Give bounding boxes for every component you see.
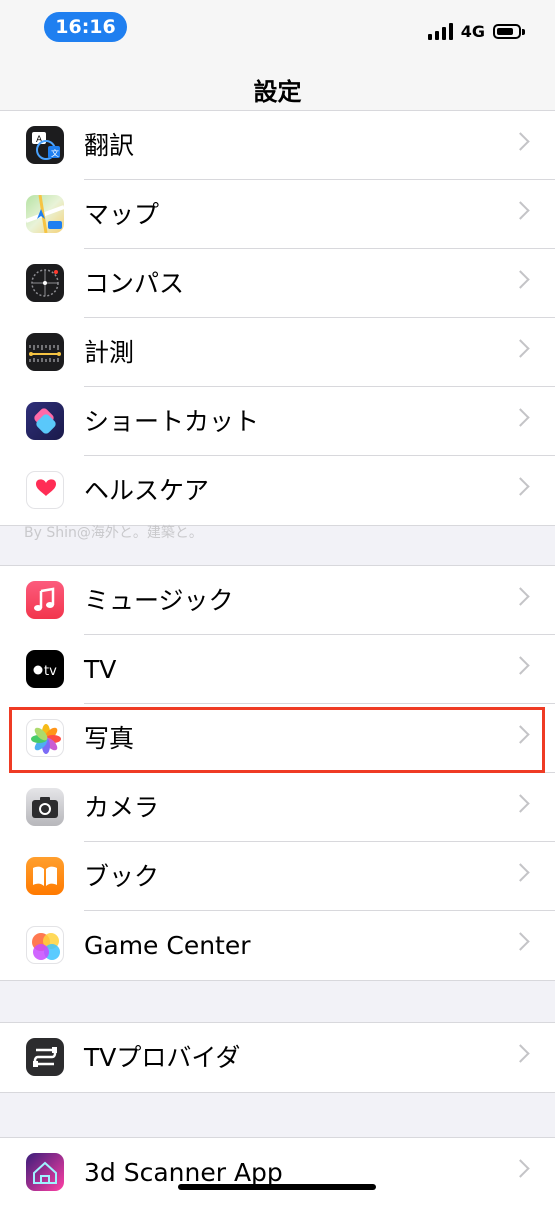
- settings-row-label: TVプロバイダ: [84, 1043, 241, 1072]
- cellular-signal-icon: [427, 22, 453, 40]
- settings-group-utilities: A 文 翻訳 マップ コンパス 計測 ショートカット ヘルスケア: [0, 110, 555, 526]
- navigation-bar: 16:16 4G 設定: [0, 0, 555, 119]
- settings-row-game-center[interactable]: Game Center: [0, 911, 555, 980]
- maps-icon: [26, 195, 64, 233]
- home-indicator[interactable]: [178, 1184, 376, 1190]
- settings-row-label: コンパス: [84, 269, 185, 298]
- settings-row-label: TV: [84, 655, 117, 684]
- translate-icon: A 文: [26, 126, 64, 164]
- chevron-right-icon: [511, 863, 530, 882]
- status-indicators: 4G: [427, 20, 525, 42]
- watermark-text: By Shin@海外と。建築と。: [24, 525, 203, 541]
- settings-row-label: ショートカット: [84, 407, 260, 436]
- settings-row-label: Game Center: [84, 931, 251, 960]
- chevron-right-icon: [511, 201, 530, 220]
- settings-row-label: ヘルスケア: [84, 476, 210, 505]
- health-icon: [26, 471, 64, 509]
- chevron-right-icon: [511, 932, 530, 951]
- chevron-right-icon: [511, 794, 530, 813]
- chevron-right-icon: [511, 132, 530, 151]
- settings-group-tv-provider: TVプロバイダ: [0, 1022, 555, 1093]
- settings-group-media: ミュージック tv TV 写真 カメラ ブック Game Center: [0, 565, 555, 981]
- tv-icon: tv: [26, 650, 64, 688]
- scanner-app-icon: [26, 1153, 64, 1191]
- chevron-right-icon: [511, 270, 530, 289]
- settings-row-health[interactable]: ヘルスケア: [0, 456, 555, 525]
- chevron-right-icon: [511, 1159, 530, 1178]
- settings-row-label: マップ: [84, 200, 160, 229]
- battery-icon: [493, 23, 525, 39]
- page-title: 設定: [253, 78, 302, 106]
- chevron-right-icon: [511, 587, 530, 606]
- game-center-icon: [26, 926, 64, 964]
- settings-row-label: カメラ: [84, 793, 160, 822]
- settings-row-label: 計測: [84, 338, 135, 367]
- settings-row-tv[interactable]: tv TV: [0, 635, 555, 704]
- settings-row-label: ミュージック: [84, 586, 234, 615]
- settings-row-compass[interactable]: コンパス: [0, 249, 555, 318]
- settings-row-shortcuts[interactable]: ショートカット: [0, 387, 555, 456]
- network-type: 4G: [460, 21, 485, 41]
- chevron-right-icon: [511, 656, 530, 675]
- settings-row-music[interactable]: ミュージック: [0, 566, 555, 635]
- measure-icon: [26, 333, 64, 371]
- chevron-right-icon: [511, 339, 530, 358]
- svg-text:tv: tv: [44, 664, 57, 679]
- settings-row-tv-provider[interactable]: TVプロバイダ: [0, 1023, 555, 1092]
- shortcuts-icon: [26, 402, 64, 440]
- tv-provider-icon: [26, 1038, 64, 1076]
- svg-text:文: 文: [51, 148, 59, 158]
- settings-row-label: ブック: [84, 862, 160, 891]
- settings-row-label: 3d Scanner App: [84, 1158, 283, 1187]
- highlight-box: [9, 707, 545, 773]
- settings-row-maps[interactable]: マップ: [0, 180, 555, 249]
- status-time: 16:16: [44, 12, 127, 42]
- settings-row-3d-scanner[interactable]: 3d Scanner App: [0, 1138, 555, 1207]
- music-icon: [26, 581, 64, 619]
- settings-row-translate[interactable]: A 文 翻訳: [0, 111, 555, 180]
- camera-icon: [26, 788, 64, 826]
- settings-row-books[interactable]: ブック: [0, 842, 555, 911]
- chevron-right-icon: [511, 408, 530, 427]
- compass-icon: [26, 264, 64, 302]
- settings-row-measure[interactable]: 計測: [0, 318, 555, 387]
- books-icon: [26, 857, 64, 895]
- settings-row-camera[interactable]: カメラ: [0, 773, 555, 842]
- chevron-right-icon: [511, 1044, 530, 1063]
- settings-group-third-party: 3d Scanner App: [0, 1137, 555, 1207]
- settings-row-label: 翻訳: [84, 131, 135, 160]
- chevron-right-icon: [511, 477, 530, 496]
